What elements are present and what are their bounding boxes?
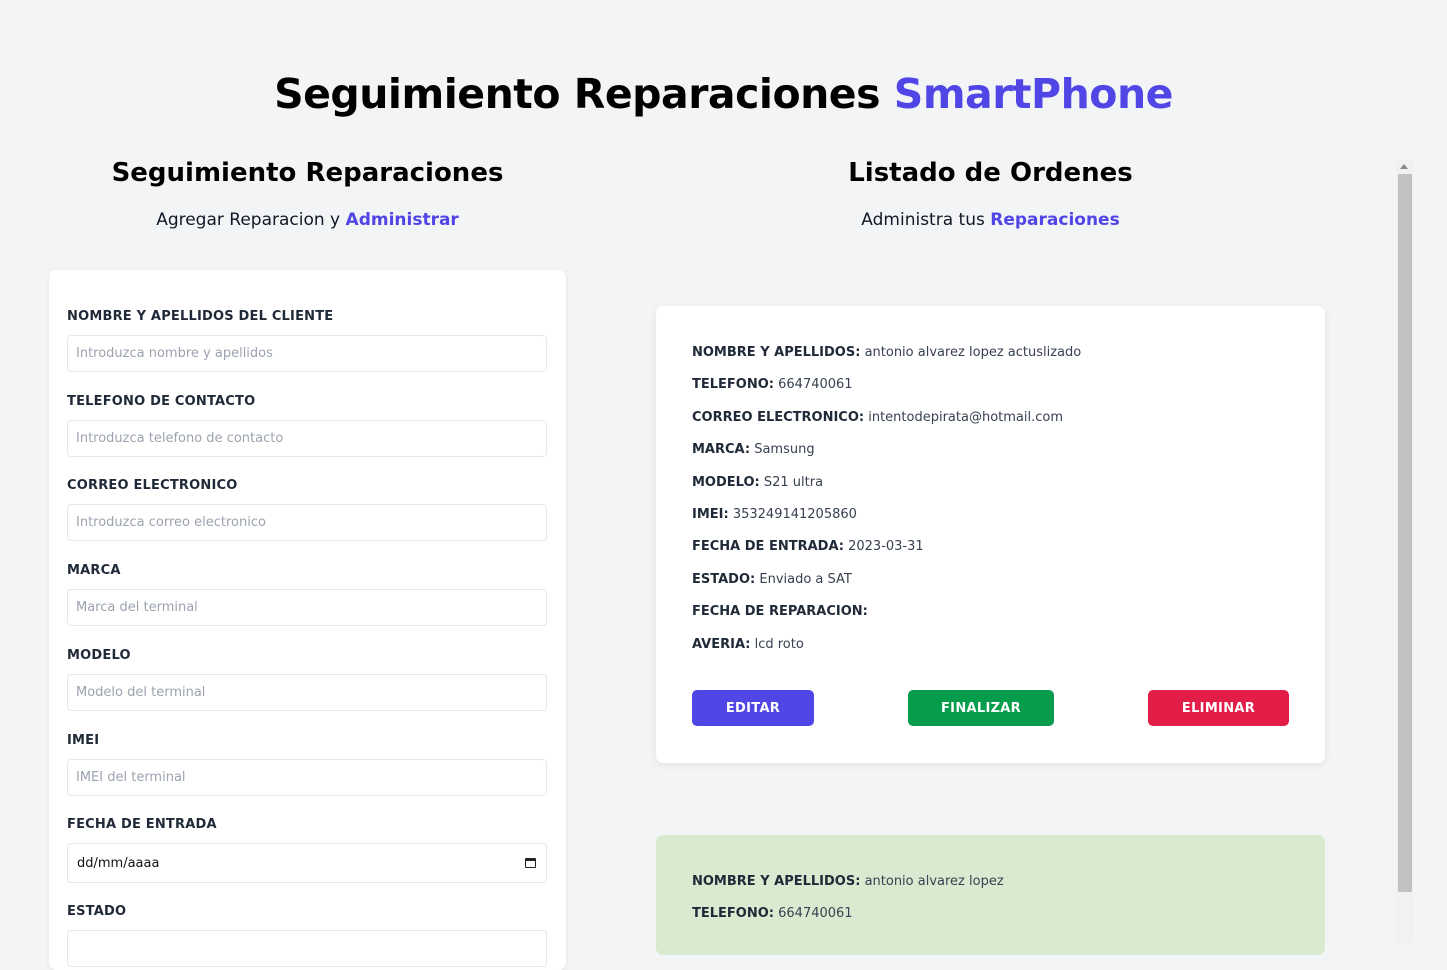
- order-row-imei: IMEI: 353249141205860: [692, 507, 857, 522]
- phone-input[interactable]: [67, 420, 547, 457]
- entry-date-input[interactable]: dd/mm/aaaa: [67, 843, 547, 883]
- list-section-subtitle: Administra tus Reparaciones: [656, 210, 1325, 230]
- client-name-input[interactable]: [67, 335, 547, 372]
- order-row-phone: TELEFONO: 664740061: [692, 906, 853, 921]
- order-row-status: ESTADO: Enviado a SAT: [692, 572, 852, 587]
- imei-label: IMEI: [67, 733, 100, 748]
- order-row-model: MODELO: S21 ultra: [692, 475, 824, 490]
- model-input[interactable]: [67, 674, 547, 711]
- order-row-entry-date: FECHA DE ENTRADA: 2023-03-31: [692, 539, 924, 554]
- order-row-repair-date: FECHA DE REPARACION:: [692, 604, 868, 619]
- imei-input[interactable]: [67, 759, 547, 796]
- calendar-icon[interactable]: [525, 858, 536, 868]
- order-card: NOMBRE Y APELLIDOS: antonio alvarez lope…: [656, 306, 1325, 763]
- model-label: MODELO: [67, 648, 131, 663]
- page-title-main: Seguimiento Reparaciones: [274, 70, 881, 118]
- page-title-accent: SmartPhone: [893, 70, 1174, 118]
- list-subtitle-text: Administra tus: [861, 210, 985, 230]
- repair-form: NOMBRE Y APELLIDOS DEL CLIENTE TELEFONO …: [49, 270, 566, 970]
- scrollbar[interactable]: [1396, 160, 1414, 943]
- status-select[interactable]: [67, 930, 547, 967]
- delete-button[interactable]: ELIMINAR: [1148, 690, 1289, 726]
- scroll-up-arrow-icon[interactable]: [1400, 164, 1408, 169]
- brand-label: MARCA: [67, 563, 121, 578]
- order-row-phone: TELEFONO: 664740061: [692, 377, 853, 392]
- finish-button[interactable]: FINALIZAR: [908, 690, 1054, 726]
- email-label: CORREO ELECTRONICO: [67, 478, 238, 493]
- edit-button[interactable]: EDITAR: [692, 690, 814, 726]
- order-card-finished: NOMBRE Y APELLIDOS: antonio alvarez lope…: [656, 835, 1325, 955]
- list-subtitle-accent: Reparaciones: [990, 210, 1120, 230]
- phone-label: TELEFONO DE CONTACTO: [67, 394, 256, 409]
- scrollbar-thumb[interactable]: [1398, 174, 1412, 892]
- email-input[interactable]: [67, 504, 547, 541]
- order-row-email: CORREO ELECTRONICO: intentodepirata@hotm…: [692, 410, 1063, 425]
- form-subtitle-text: Agregar Reparacion y: [156, 210, 341, 230]
- order-row-name: NOMBRE Y APELLIDOS: antonio alvarez lope…: [692, 874, 1004, 889]
- entry-date-value: dd/mm/aaaa: [77, 855, 160, 871]
- form-section-title: Seguimiento Reparaciones: [111, 158, 504, 188]
- entry-date-label: FECHA DE ENTRADA: [67, 817, 217, 832]
- page-title: Seguimiento Reparaciones SmartPhone: [0, 70, 1447, 118]
- order-row-brand: MARCA: Samsung: [692, 442, 815, 457]
- status-label: ESTADO: [67, 904, 127, 919]
- list-section-title: Listado de Ordenes: [848, 158, 1133, 188]
- client-name-label: NOMBRE Y APELLIDOS DEL CLIENTE: [67, 309, 334, 324]
- form-subtitle-accent: Administrar: [345, 210, 459, 230]
- form-section-subtitle: Agregar Reparacion y Administrar: [49, 210, 566, 230]
- order-row-name: NOMBRE Y APELLIDOS: antonio alvarez lope…: [692, 345, 1082, 360]
- brand-input[interactable]: [67, 589, 547, 626]
- order-row-fault: AVERIA: lcd roto: [692, 637, 804, 652]
